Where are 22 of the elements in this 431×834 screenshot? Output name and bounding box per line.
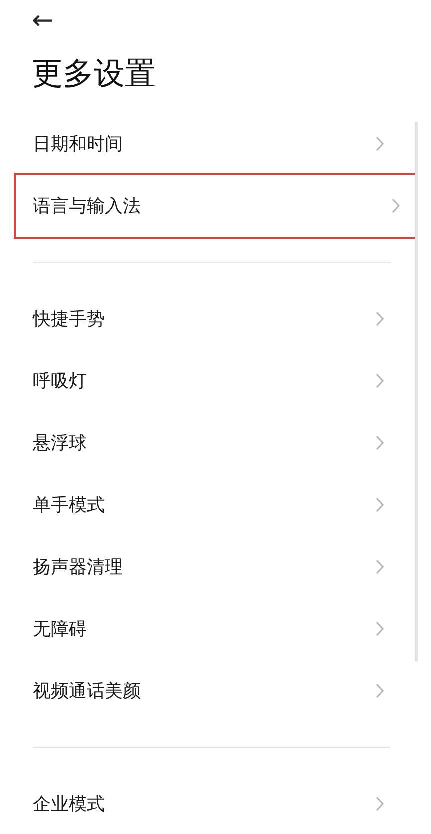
settings-item[interactable]: 无障碍 [0,598,415,660]
chevron-icon [375,621,385,638]
settings-item[interactable]: 视频通话美颜 [0,660,415,722]
chevron-icon [375,435,385,452]
chevron-icon [375,796,385,812]
page-title: 更多设置 [32,56,157,94]
settings-item[interactable]: 日期和时间 [0,113,415,176]
settings-item[interactable]: 快捷手势 [0,288,415,350]
chevron-icon [375,683,385,700]
chevron-icon [375,373,385,390]
settings-item[interactable]: 企业模式 [0,773,415,834]
chevron-icon [391,198,401,214]
settings-item[interactable]: 单手模式 [0,474,415,536]
back-button[interactable]: ← [32,8,54,34]
chevron-icon [375,497,385,514]
settings-item[interactable]: 语言与输入法 [16,175,415,238]
settings-item[interactable]: 悬浮球 [0,412,415,474]
settings-item[interactable]: 扬声器清理 [0,536,415,598]
chevron-icon [375,136,385,152]
chevron-icon [375,559,385,576]
settings-item[interactable]: 呼吸灯 [0,350,415,412]
chevron-icon [375,311,385,328]
